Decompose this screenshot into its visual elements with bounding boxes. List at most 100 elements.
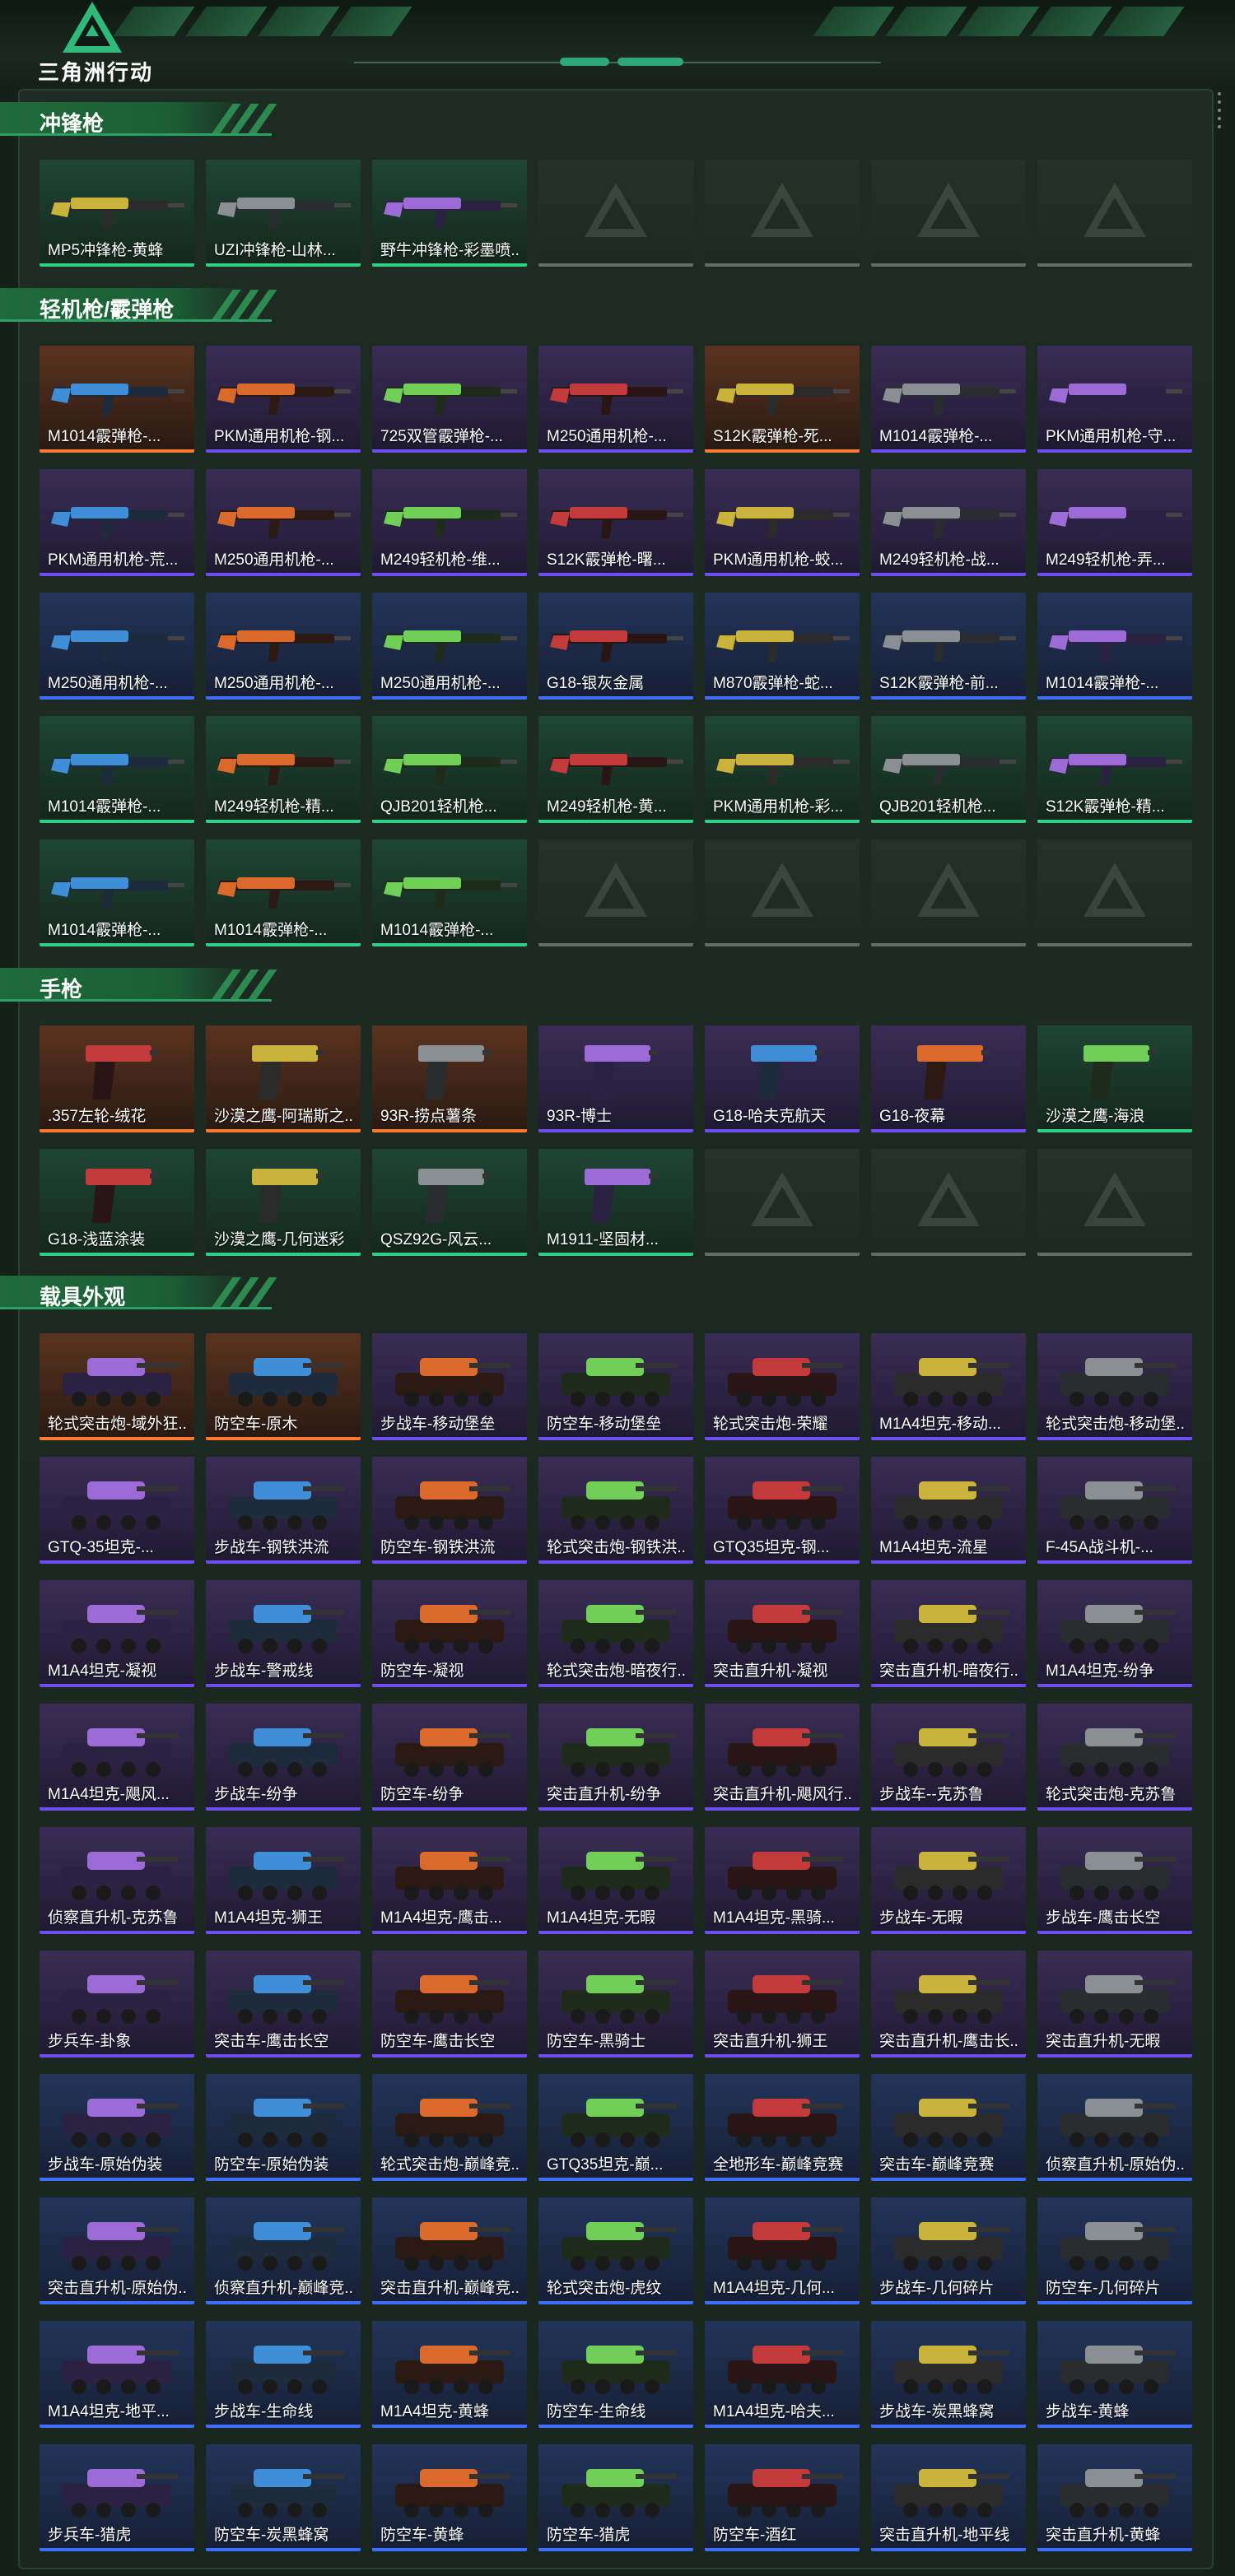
skin-card[interactable]: M1014霰弹枪-... bbox=[40, 716, 194, 823]
skin-card[interactable]: M249轻机枪-精... bbox=[206, 716, 361, 823]
skin-card[interactable]: 野牛冲锋枪-彩墨喷... bbox=[372, 160, 527, 267]
skin-card[interactable]: 防空车-原始伪装 bbox=[206, 2074, 361, 2181]
skin-card[interactable]: M1A4坦克-哈夫... bbox=[705, 2321, 860, 2428]
skin-card[interactable]: PKM通用机枪-彩... bbox=[705, 716, 860, 823]
skin-card[interactable]: 步战车-炭黑蜂窝 bbox=[871, 2321, 1026, 2428]
skin-card[interactable]: 步战车-鹰击长空 bbox=[1037, 1827, 1192, 1934]
skin-card[interactable]: M250通用机枪-... bbox=[372, 593, 527, 700]
skin-card[interactable]: S12K霰弹枪-前... bbox=[871, 593, 1026, 700]
skin-card[interactable]: 突击直升机-地平线 bbox=[871, 2444, 1026, 2551]
skin-card[interactable]: 突击直升机-纷争 bbox=[538, 1704, 693, 1811]
skin-card[interactable]: 轮式突击炮-钢铁洪... bbox=[538, 1457, 693, 1564]
skin-card[interactable]: M249轻机枪-弄... bbox=[1037, 469, 1192, 576]
skin-card[interactable]: M1014霰弹枪-... bbox=[40, 839, 194, 946]
skin-card[interactable]: 防空车-纷争 bbox=[372, 1704, 527, 1811]
skin-card[interactable]: M249轻机枪-战... bbox=[871, 469, 1026, 576]
skin-card[interactable]: S12K霰弹枪-死... bbox=[705, 346, 860, 453]
skin-card[interactable]: 步战车-钢铁洪流 bbox=[206, 1457, 361, 1564]
skin-card[interactable]: PKM通用机枪-守... bbox=[1037, 346, 1192, 453]
skin-card[interactable]: 突击直升机-黄蜂 bbox=[1037, 2444, 1192, 2551]
skin-card[interactable]: S12K霰弹枪-曙... bbox=[538, 469, 693, 576]
skin-card[interactable]: M1A4坦克-黄蜂 bbox=[372, 2321, 527, 2428]
skin-card[interactable]: 沙漠之鹰-海浪 bbox=[1037, 1025, 1192, 1132]
skin-card[interactable]: M1014霰弹枪-... bbox=[372, 839, 527, 946]
skin-card[interactable]: 步战车--克苏鲁 bbox=[871, 1704, 1026, 1811]
skin-card[interactable]: 防空车-生命线 bbox=[538, 2321, 693, 2428]
skin-card[interactable]: PKM通用机枪-蛟... bbox=[705, 469, 860, 576]
skin-card[interactable]: G18-银灰金属 bbox=[538, 593, 693, 700]
skin-card[interactable]: M1014霰弹枪-... bbox=[40, 346, 194, 453]
skin-card[interactable]: 突击直升机-无暇 bbox=[1037, 1951, 1192, 2058]
skin-card[interactable]: UZI冲锋枪-山林... bbox=[206, 160, 361, 267]
skin-card[interactable]: 突击直升机-飓风行... bbox=[705, 1704, 860, 1811]
skin-card[interactable]: MP5冲锋枪-黄蜂 bbox=[40, 160, 194, 267]
skin-card[interactable]: F-45A战斗机-... bbox=[1037, 1457, 1192, 1564]
skin-card[interactable]: GTQ35坦克-巅... bbox=[538, 2074, 693, 2181]
skin-card[interactable]: 725双管霰弹枪-... bbox=[372, 346, 527, 453]
skin-card[interactable]: 防空车-原木 bbox=[206, 1333, 361, 1440]
skin-card[interactable]: 步兵车-卦象 bbox=[40, 1951, 194, 2058]
skin-card[interactable]: QJB201轻机枪... bbox=[871, 716, 1026, 823]
skin-card[interactable]: S12K霰弹枪-精... bbox=[1037, 716, 1192, 823]
skin-card[interactable]: PKM通用机枪-钢... bbox=[206, 346, 361, 453]
skin-card[interactable]: 轮式突击炮-虎纹 bbox=[538, 2197, 693, 2304]
skin-card[interactable]: M1A4坦克-黑骑... bbox=[705, 1827, 860, 1934]
skin-card[interactable]: 侦察直升机-巅峰竞... bbox=[206, 2197, 361, 2304]
skin-card[interactable]: M1014霰弹枪-... bbox=[206, 839, 361, 946]
skin-card[interactable]: M249轻机枪-黄... bbox=[538, 716, 693, 823]
skin-card[interactable]: M1A4坦克-地平... bbox=[40, 2321, 194, 2428]
skin-card[interactable]: 步战车-纷争 bbox=[206, 1704, 361, 1811]
skin-card[interactable]: M1A4坦克-移动... bbox=[871, 1333, 1026, 1440]
skin-card[interactable]: 步战车-几何碎片 bbox=[871, 2197, 1026, 2304]
skin-card[interactable]: 步战车-原始伪装 bbox=[40, 2074, 194, 2181]
skin-card[interactable]: 步兵车-猎虎 bbox=[40, 2444, 194, 2551]
skin-card[interactable]: GTQ35坦克-钢... bbox=[705, 1457, 860, 1564]
skin-card[interactable]: 轮式突击炮-域外狂... bbox=[40, 1333, 194, 1440]
skin-card[interactable]: G18-夜幕 bbox=[871, 1025, 1026, 1132]
skin-card[interactable]: 突击直升机-巅峰竞... bbox=[372, 2197, 527, 2304]
skin-card[interactable]: 轮式突击炮-荣耀 bbox=[705, 1333, 860, 1440]
skin-card[interactable]: .357左轮-绒花 bbox=[40, 1025, 194, 1132]
skin-card[interactable]: G18-浅蓝涂装 bbox=[40, 1149, 194, 1256]
skin-card[interactable]: 防空车-钢铁洪流 bbox=[372, 1457, 527, 1564]
skin-card[interactable]: 防空车-几何碎片 bbox=[1037, 2197, 1192, 2304]
skin-card[interactable]: 步战车-生命线 bbox=[206, 2321, 361, 2428]
skin-card[interactable]: M250通用机枪-... bbox=[206, 593, 361, 700]
scroll-handle[interactable] bbox=[1217, 92, 1222, 138]
skin-card[interactable]: QJB201轻机枪... bbox=[372, 716, 527, 823]
skin-card[interactable]: 防空车-黄蜂 bbox=[372, 2444, 527, 2551]
skin-card[interactable]: M1A4坦克-无暇 bbox=[538, 1827, 693, 1934]
skin-card[interactable]: 突击直升机-狮王 bbox=[705, 1951, 860, 2058]
skin-card[interactable]: 沙漠之鹰-几何迷彩 bbox=[206, 1149, 361, 1256]
skin-card[interactable]: M250通用机枪-... bbox=[40, 593, 194, 700]
skin-card[interactable]: M250通用机枪-... bbox=[538, 346, 693, 453]
skin-card[interactable]: 突击直升机-凝视 bbox=[705, 1580, 860, 1687]
skin-card[interactable]: 突击车-鹰击长空 bbox=[206, 1951, 361, 2058]
skin-card[interactable]: 防空车-移动堡垒 bbox=[538, 1333, 693, 1440]
skin-card[interactable]: M1A4坦克-鹰击... bbox=[372, 1827, 527, 1934]
skin-card[interactable]: G18-哈夫克航天 bbox=[705, 1025, 860, 1132]
skin-card[interactable]: M1014霰弹枪-... bbox=[871, 346, 1026, 453]
skin-card[interactable]: 步战车-无暇 bbox=[871, 1827, 1026, 1934]
skin-card[interactable]: M1014霰弹枪-... bbox=[1037, 593, 1192, 700]
skin-card[interactable]: GTQ-35坦克-... bbox=[40, 1457, 194, 1564]
skin-card[interactable]: 防空车-炭黑蜂窝 bbox=[206, 2444, 361, 2551]
skin-card[interactable]: M1911-坚固材... bbox=[538, 1149, 693, 1256]
skin-card[interactable]: 防空车-凝视 bbox=[372, 1580, 527, 1687]
skin-card[interactable]: 沙漠之鹰-阿瑞斯之... bbox=[206, 1025, 361, 1132]
skin-card[interactable]: 轮式突击炮-巅峰竞... bbox=[372, 2074, 527, 2181]
skin-card[interactable]: PKM通用机枪-荒... bbox=[40, 469, 194, 576]
skin-card[interactable]: 步战车-黄蜂 bbox=[1037, 2321, 1192, 2428]
skin-card[interactable]: M1A4坦克-凝视 bbox=[40, 1580, 194, 1687]
skin-card[interactable]: 全地形车-巅峰竞赛 bbox=[705, 2074, 860, 2181]
skin-card[interactable]: M1A4坦克-纷争 bbox=[1037, 1580, 1192, 1687]
skin-card[interactable]: QSZ92G-风云... bbox=[372, 1149, 527, 1256]
skin-card[interactable]: 突击车-巅峰竞赛 bbox=[871, 2074, 1026, 2181]
skin-card[interactable]: 93R-捞点薯条 bbox=[372, 1025, 527, 1132]
skin-card[interactable]: 突击直升机-鹰击长... bbox=[871, 1951, 1026, 2058]
skin-card[interactable]: 轮式突击炮-暗夜行... bbox=[538, 1580, 693, 1687]
skin-card[interactable]: 防空车-黑骑士 bbox=[538, 1951, 693, 2058]
skin-card[interactable]: M1A4坦克-流星 bbox=[871, 1457, 1026, 1564]
skin-card[interactable]: M1A4坦克-飓风... bbox=[40, 1704, 194, 1811]
skin-card[interactable]: 轮式突击炮-移动堡... bbox=[1037, 1333, 1192, 1440]
